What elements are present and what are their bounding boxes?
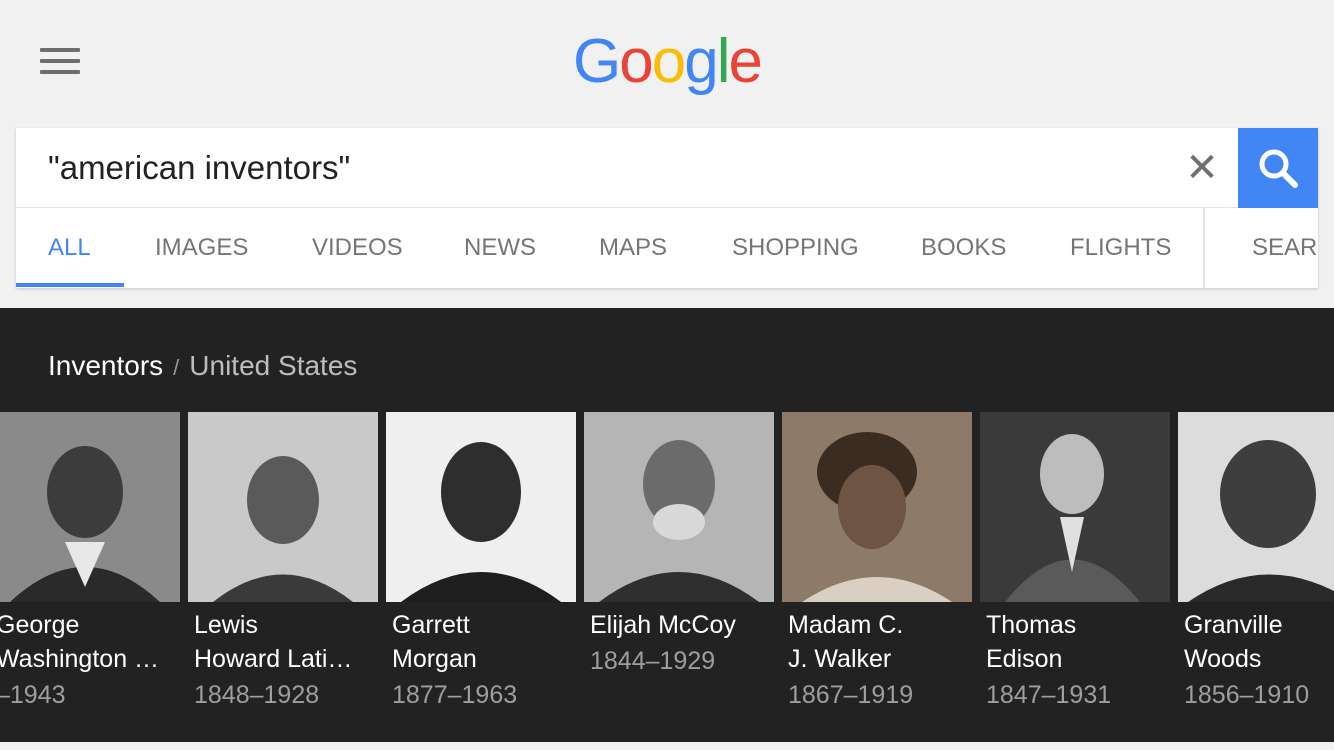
inventor-name: Elijah McCoy bbox=[590, 611, 736, 639]
tab-books[interactable]: BOOKS bbox=[921, 208, 1006, 288]
top-bar: Google bbox=[0, 0, 1334, 128]
breadcrumb-parent[interactable]: Inventors bbox=[48, 350, 163, 381]
search-input[interactable]: "american inventors" bbox=[48, 146, 350, 190]
tabs-divider bbox=[1203, 208, 1205, 288]
inventor-card[interactable]: Lewis Howard Lati… 1848–1928 bbox=[188, 412, 378, 742]
search-tabs: ALL IMAGES VIDEOS NEWS MAPS SHOPPING BOO… bbox=[16, 208, 1318, 288]
logo-letter: o bbox=[619, 27, 654, 96]
inventor-name: Granville Woods bbox=[1184, 611, 1283, 673]
tab-search-tools[interactable]: SEAR bbox=[1252, 208, 1317, 288]
search-card: "american inventors" ✕ ALL IMAGES VIDEOS… bbox=[16, 128, 1318, 288]
inventor-years: 1867–1919 bbox=[788, 681, 914, 709]
breadcrumb: Inventors / United States bbox=[48, 348, 357, 386]
breadcrumb-separator: / bbox=[173, 355, 180, 380]
active-tab-indicator bbox=[16, 283, 124, 287]
portrait-image bbox=[188, 412, 378, 602]
inventor-card[interactable]: George Washington … –1943 bbox=[0, 412, 180, 742]
logo-letter: l bbox=[716, 27, 731, 96]
inventor-card[interactable]: Granville Woods 1856–1910 bbox=[1178, 412, 1334, 742]
breadcrumb-current: United States bbox=[189, 350, 358, 381]
inventor-years: 1856–1910 bbox=[1184, 681, 1310, 709]
tab-maps[interactable]: MAPS bbox=[599, 208, 667, 288]
inventor-name: Madam C. J. Walker bbox=[788, 611, 904, 673]
inventor-years: 1844–1929 bbox=[590, 647, 716, 675]
logo-letter: g bbox=[684, 27, 719, 96]
inventor-name: Thomas Edison bbox=[986, 611, 1077, 673]
inventor-card[interactable]: Madam C. J. Walker 1867–1919 bbox=[782, 412, 972, 742]
search-icon bbox=[1259, 149, 1298, 188]
portrait-image bbox=[1178, 412, 1334, 602]
search-bar: "american inventors" ✕ bbox=[16, 128, 1318, 208]
logo-letter: G bbox=[573, 27, 621, 96]
tab-images[interactable]: IMAGES bbox=[155, 208, 248, 288]
inventor-name: Garrett Morgan bbox=[392, 611, 477, 673]
portrait-image bbox=[386, 412, 576, 602]
close-icon: ✕ bbox=[1185, 146, 1219, 190]
inventor-years: 1877–1963 bbox=[392, 681, 518, 709]
google-logo[interactable]: Google bbox=[0, 22, 1334, 102]
tab-news[interactable]: NEWS bbox=[464, 208, 536, 288]
inventor-card[interactable]: Elijah McCoy 1844–1929 bbox=[584, 412, 774, 742]
portrait-image bbox=[782, 412, 972, 602]
inventor-name: George Washington … bbox=[0, 611, 160, 673]
portrait-image bbox=[980, 412, 1170, 602]
search-button[interactable] bbox=[1238, 128, 1318, 208]
logo-letter: o bbox=[651, 27, 687, 96]
inventor-name: Lewis Howard Lati… bbox=[194, 611, 353, 673]
inventors-carousel-panel: Inventors / United States George Washingto… bbox=[0, 308, 1334, 742]
clear-search-button[interactable]: ✕ bbox=[1184, 148, 1220, 188]
inventor-card[interactable]: Thomas Edison 1847–1931 bbox=[980, 412, 1170, 742]
page-bottom bbox=[0, 742, 1334, 750]
inventor-years: 1847–1931 bbox=[986, 681, 1112, 709]
tab-all[interactable]: ALL bbox=[48, 208, 91, 288]
tab-shopping[interactable]: SHOPPING bbox=[732, 208, 859, 288]
inventor-years: 1848–1928 bbox=[194, 681, 320, 709]
inventor-card[interactable]: Garrett Morgan 1877–1963 bbox=[386, 412, 576, 742]
portrait-image bbox=[584, 412, 774, 602]
tab-flights[interactable]: FLIGHTS bbox=[1070, 208, 1171, 288]
portrait-image bbox=[0, 412, 180, 602]
logo-letter: e bbox=[728, 27, 763, 96]
inventor-years: –1943 bbox=[0, 681, 66, 709]
tab-videos[interactable]: VIDEOS bbox=[312, 208, 403, 288]
